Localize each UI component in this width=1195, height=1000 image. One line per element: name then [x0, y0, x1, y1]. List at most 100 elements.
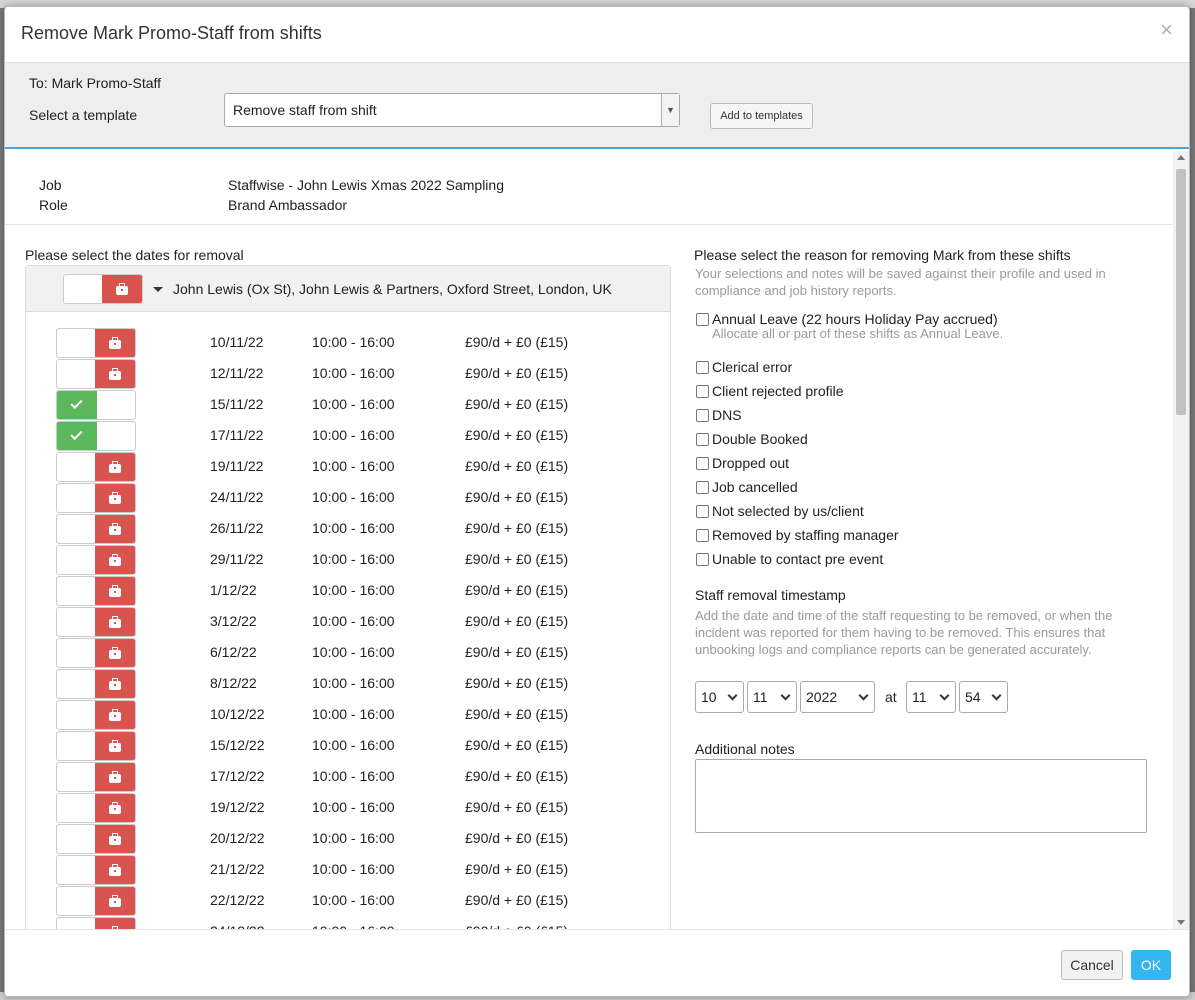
reason-checkbox[interactable] [696, 408, 709, 422]
notes-textarea[interactable] [695, 759, 1147, 833]
shift-date: 21/12/22 [210, 861, 265, 877]
shift-date: 19/12/22 [210, 799, 265, 815]
shift-pay: £90/d + £0 (£15) [465, 458, 569, 474]
shift-toggle[interactable] [56, 421, 136, 451]
reason-option[interactable]: Job cancelled [696, 479, 798, 495]
shift-toggle[interactable] [56, 669, 136, 699]
toggle-off-segment [95, 360, 135, 388]
shift-date: 19/11/22 [210, 458, 264, 474]
toggle-off-segment [95, 329, 135, 357]
vertical-scrollbar[interactable] [1173, 151, 1189, 929]
reason-checkbox[interactable] [696, 504, 709, 518]
shift-pay: £90/d + £0 (£15) [465, 830, 569, 846]
shift-pay: £90/d + £0 (£15) [465, 644, 569, 660]
reason-label: Unable to contact pre event [712, 551, 884, 567]
briefcase-icon [109, 647, 121, 659]
template-select[interactable]: Remove staff from shift ▼ [224, 93, 680, 127]
shift-time: 10:00 - 16:00 [312, 675, 395, 691]
shift-time: 10:00 - 16:00 [312, 334, 395, 350]
hour-select[interactable]: 11 [906, 681, 956, 713]
shift-date: 1/12/22 [210, 582, 257, 598]
toggle-off-segment [95, 484, 135, 512]
reason-checkbox[interactable] [696, 456, 709, 470]
close-icon[interactable]: × [1160, 19, 1173, 41]
shift-time: 10:00 - 16:00 [312, 582, 395, 598]
minute-select[interactable]: 54 [959, 681, 1008, 713]
shift-toggle[interactable] [56, 359, 136, 389]
shift-toggle[interactable] [56, 576, 136, 606]
shift-date: 15/12/22 [210, 737, 265, 753]
briefcase-icon [109, 523, 121, 535]
reason-checkbox[interactable] [696, 432, 709, 446]
shift-toggle[interactable] [56, 886, 136, 916]
location-group-header: John Lewis (Ox St), John Lewis & Partner… [26, 266, 670, 312]
ok-button[interactable]: OK [1131, 950, 1171, 980]
shift-date: 20/12/22 [210, 830, 265, 846]
shift-toggle[interactable] [56, 483, 136, 513]
toggle-off-segment [95, 608, 135, 636]
shift-toggle[interactable] [56, 545, 136, 575]
location-toggle[interactable] [63, 274, 143, 304]
shift-toggle[interactable] [56, 855, 136, 885]
briefcase-icon [109, 368, 121, 380]
shift-toggle[interactable] [56, 793, 136, 823]
reason-option[interactable]: Removed by staffing manager [696, 527, 899, 543]
day-select[interactable]: 10 [695, 681, 744, 713]
reason-option[interactable]: Unable to contact pre event [696, 551, 883, 567]
shift-date: 3/12/22 [210, 613, 257, 629]
shift-toggle[interactable] [56, 607, 136, 637]
shift-toggle[interactable] [56, 824, 136, 854]
reason-checkbox[interactable] [696, 528, 709, 542]
shift-toggle[interactable] [56, 700, 136, 730]
shift-pay: £90/d + £0 (£15) [465, 520, 569, 536]
shift-toggle[interactable] [56, 328, 136, 358]
reason-label: Job cancelled [712, 479, 798, 495]
add-to-templates-button[interactable]: Add to templates [710, 103, 813, 129]
month-select[interactable]: 11 [747, 681, 797, 713]
shift-row: 26/11/22 10:00 - 16:00 £90/d + £0 (£15) [26, 513, 670, 544]
reason-checkbox[interactable] [696, 480, 709, 494]
reason-option[interactable]: DNS [696, 407, 742, 423]
toggle-off-segment [95, 515, 135, 543]
template-bar: To: Mark Promo-Staff Select a template R… [5, 63, 1189, 149]
checkbox-annual-leave[interactable] [696, 312, 709, 326]
shift-row: 12/11/22 10:00 - 16:00 £90/d + £0 (£15) [26, 358, 670, 389]
shift-row: 10/12/22 10:00 - 16:00 £90/d + £0 (£15) [26, 699, 670, 730]
reason-annual-leave[interactable]: Annual Leave (22 hours Holiday Pay accru… [696, 311, 998, 327]
reason-label: Client rejected profile [712, 383, 844, 399]
reason-option[interactable]: Not selected by us/client [696, 503, 864, 519]
shift-toggle[interactable] [56, 452, 136, 482]
toggle-on-segment [57, 422, 97, 450]
shift-toggle[interactable] [56, 514, 136, 544]
reason-option[interactable]: Clerical error [696, 359, 792, 375]
annual-leave-help: Allocate all or part of these shifts as … [712, 326, 1004, 341]
shift-toggle[interactable] [56, 917, 136, 929]
shift-toggle[interactable] [56, 638, 136, 668]
cancel-button[interactable]: Cancel [1061, 950, 1123, 980]
chevron-down-icon [939, 690, 950, 701]
scroll-down-icon[interactable] [1177, 920, 1185, 925]
shift-toggle[interactable] [56, 390, 136, 420]
shift-date: 6/12/22 [210, 644, 257, 660]
reason-checkbox[interactable] [696, 552, 709, 566]
year-select[interactable]: 2022 [800, 681, 875, 713]
reason-label: Clerical error [712, 359, 793, 375]
minute-select-value: 54 [965, 689, 981, 705]
job-info: Job Staffwise - John Lewis Xmas 2022 Sam… [5, 151, 1175, 225]
reason-option[interactable]: Double Booked [696, 431, 808, 447]
briefcase-icon [109, 492, 121, 504]
reason-option[interactable]: Client rejected profile [696, 383, 844, 399]
briefcase-icon [109, 461, 121, 473]
shift-toggle[interactable] [56, 731, 136, 761]
caret-down-icon[interactable] [153, 287, 163, 292]
shift-toggle[interactable] [56, 762, 136, 792]
reason-option[interactable]: Dropped out [696, 455, 789, 471]
shift-pay: £90/d + £0 (£15) [465, 675, 569, 691]
briefcase-icon [109, 771, 121, 783]
reason-checkbox[interactable] [696, 384, 709, 398]
scrollbar-thumb[interactable] [1176, 169, 1186, 415]
dropdown-arrow-icon[interactable]: ▼ [661, 94, 679, 126]
scroll-up-icon[interactable] [1177, 155, 1185, 160]
reason-checkbox[interactable] [696, 360, 709, 374]
shift-time: 10:00 - 16:00 [312, 861, 395, 877]
